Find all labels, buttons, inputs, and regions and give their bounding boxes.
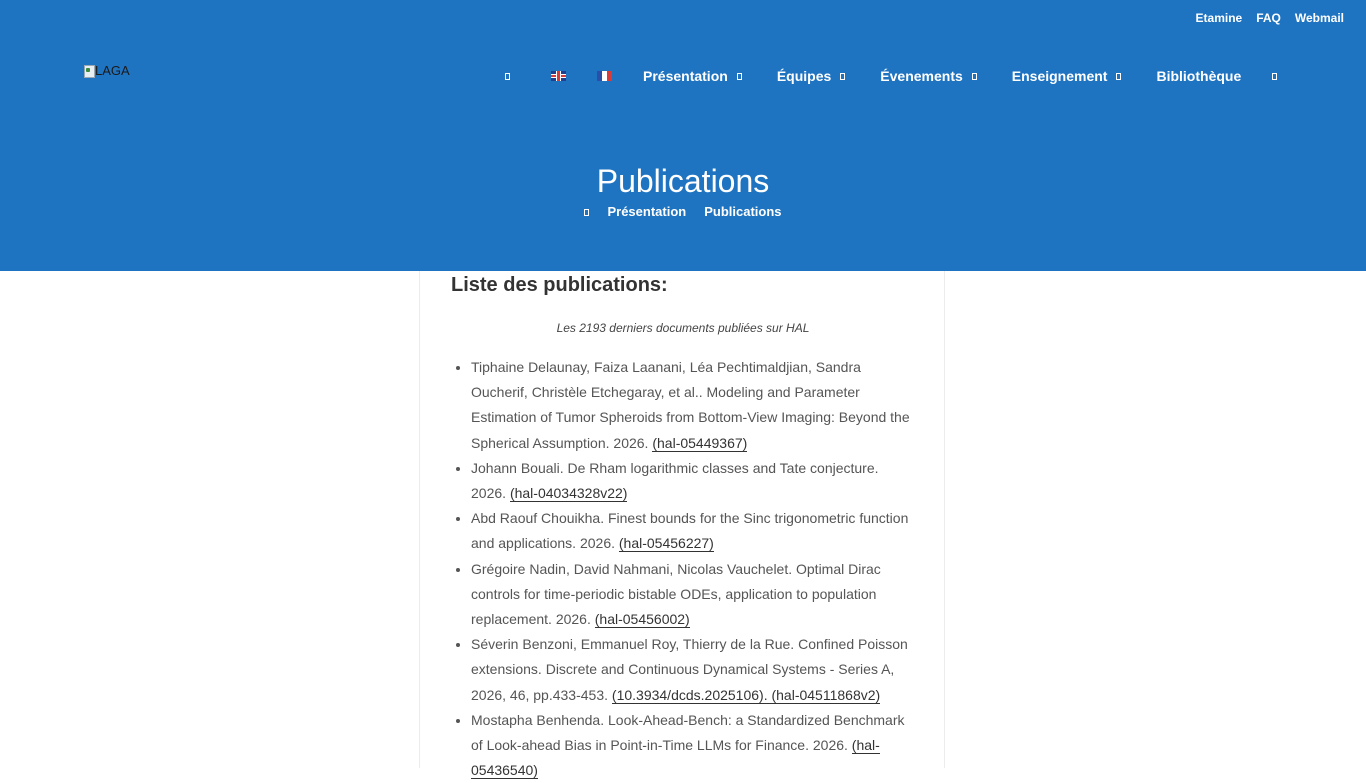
nav-item-label: Enseignement [1011, 68, 1108, 84]
faq-link[interactable]: FAQ [1256, 11, 1281, 25]
nav-item-bibliotheque[interactable]: Bibliothèque [1156, 68, 1241, 84]
nav-item-label: Évenements [880, 68, 963, 84]
nav-item-evenements[interactable]: Évenements [880, 68, 977, 84]
fr-flag-icon [597, 71, 612, 81]
top-links: Etamine FAQ Webmail [1196, 11, 1344, 25]
main-nav: Présentation Équipes Évenements Enseigne… [505, 66, 1278, 86]
nav-home[interactable] [505, 72, 510, 80]
publication-link[interactable]: (hal-04034328v22) [509, 485, 628, 503]
list-item: Tiphaine Delaunay, Faiza Laanani, Léa Pe… [471, 355, 910, 456]
webmail-link[interactable]: Webmail [1295, 11, 1344, 25]
nav-item-label: Présentation [643, 68, 728, 84]
nav-item-enseignement[interactable]: Enseignement [1012, 68, 1122, 84]
logo-alt-text: LAGA [95, 63, 130, 78]
publication-list: Tiphaine Delaunay, Faiza Laanani, Léa Pe… [420, 355, 910, 783]
home-icon [505, 72, 510, 80]
list-subtitle: Les 2193 derniers documents publiées sur… [556, 321, 810, 335]
etamine-link[interactable]: Etamine [1196, 11, 1243, 25]
chevron-down-icon [971, 72, 977, 80]
list-item: Grégoire Nadin, David Nahmani, Nicolas V… [471, 557, 910, 633]
breadcrumb: Présentation Publications [0, 204, 1366, 219]
publications-content: Liste des publications: Les 2193 dernier… [419, 271, 945, 780]
breadcrumb-home[interactable] [584, 204, 590, 219]
page-title: Publications [596, 163, 770, 199]
breadcrumb-presentation[interactable]: Présentation [607, 204, 686, 219]
list-item: Abd Raouf Chouikha. Finest bounds for th… [471, 506, 910, 556]
site-logo[interactable]: LAGA [83, 63, 130, 78]
nav-item-equipes[interactable]: Équipes [776, 68, 846, 84]
nav-lang-fr[interactable] [597, 71, 612, 81]
site-header: Etamine FAQ Webmail LAGA Présentation Éq… [0, 0, 1366, 271]
breadcrumb-current: Publications [704, 204, 782, 219]
nav-item-label: Équipes [776, 68, 832, 84]
publication-link[interactable]: (hal-05456227) [618, 535, 714, 553]
broken-image-icon [83, 64, 95, 78]
home-icon [584, 209, 590, 216]
chevron-down-icon [1116, 72, 1122, 80]
list-item: Séverin Benzoni, Emmanuel Roy, Thierry d… [471, 632, 910, 708]
publication-link[interactable]: (hal-05449367) [652, 434, 748, 452]
search-icon [1272, 72, 1278, 80]
nav-lang-en[interactable] [551, 71, 566, 81]
nav-search[interactable] [1272, 72, 1278, 80]
list-item: Mostapha Benhenda. Look-Ahead-Bench: a S… [471, 708, 910, 783]
publication-citation: Mostapha Benhenda. Look-Ahead-Bench: a S… [471, 711, 905, 754]
nav-item-presentation[interactable]: Présentation [643, 68, 742, 84]
uk-flag-icon [551, 71, 566, 81]
publication-link[interactable]: (hal-05456002) [594, 611, 690, 629]
list-heading: Liste des publications: [451, 274, 668, 296]
chevron-down-icon [840, 72, 846, 80]
chevron-down-icon [736, 72, 742, 80]
publication-link[interactable]: (10.3934/dcds.2025106). (hal-04511868v2) [611, 686, 881, 704]
nav-item-label: Bibliothèque [1156, 68, 1242, 84]
list-item: Johann Bouali. De Rham logarithmic class… [471, 456, 910, 506]
